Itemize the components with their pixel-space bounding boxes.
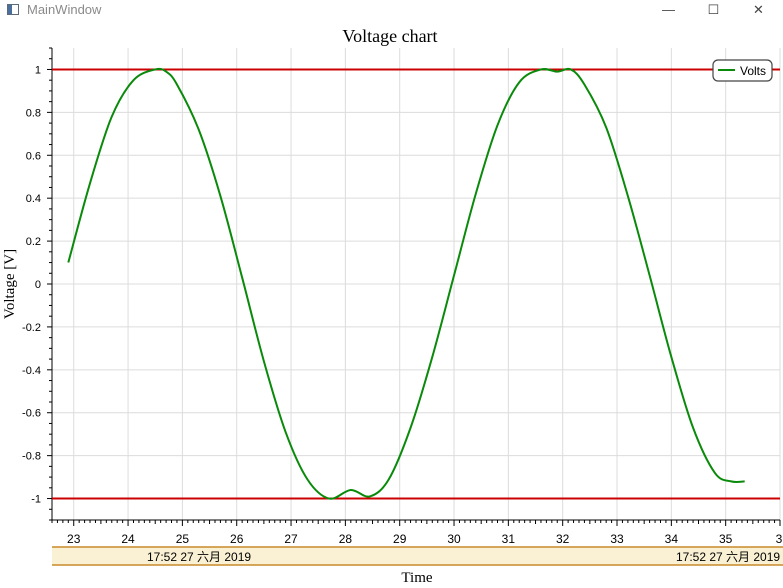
date-label: 17:52 27 六月 2019 <box>147 550 251 564</box>
y-axis-label: Voltage [V] <box>2 249 18 319</box>
x-tick-label: 25 <box>176 532 190 546</box>
legend-label-volts: Volts <box>740 64 766 78</box>
x-tick-label: 3 <box>776 532 783 546</box>
x-tick-label: 35 <box>719 532 733 546</box>
x-tick-label: 30 <box>447 532 461 546</box>
y-tick-label: -0.4 <box>22 365 41 377</box>
x-tick-label: 31 <box>502 532 516 546</box>
y-tick-label: 0.8 <box>26 107 41 119</box>
y-tick-label: -0.8 <box>22 451 41 463</box>
y-tick-label: -0.2 <box>22 322 41 334</box>
x-tick-label: 34 <box>665 532 679 546</box>
x-tick-label: 27 <box>284 532 298 546</box>
y-tick-label: -0.6 <box>22 408 41 420</box>
x-tick-label: 26 <box>230 532 244 546</box>
y-tick-label: -1 <box>31 494 41 506</box>
x-tick-label: 23 <box>67 532 81 546</box>
y-tick-label: 0.2 <box>26 236 41 248</box>
x-tick-label: 28 <box>339 532 353 546</box>
y-tick-label: 0.4 <box>26 193 41 205</box>
y-tick-label: 0.6 <box>26 150 41 162</box>
x-tick-label: 33 <box>610 532 624 546</box>
y-tick-label: 0 <box>35 279 41 291</box>
x-tick-label: 24 <box>121 532 135 546</box>
x-tick-label: 29 <box>393 532 407 546</box>
date-label: 17:52 27 六月 2019 <box>676 550 780 564</box>
chart-title: Voltage chart <box>342 26 437 46</box>
y-tick-label: 1 <box>35 64 41 76</box>
voltage-chart: 1 0.8 0.6 0.4 0.2 0 -0.2 -0.4 -0.6 -0.8 -1 23 24 25 26… <box>2 26 783 586</box>
x-axis-label: Time <box>401 570 432 586</box>
x-tick-label: 32 <box>556 532 570 546</box>
